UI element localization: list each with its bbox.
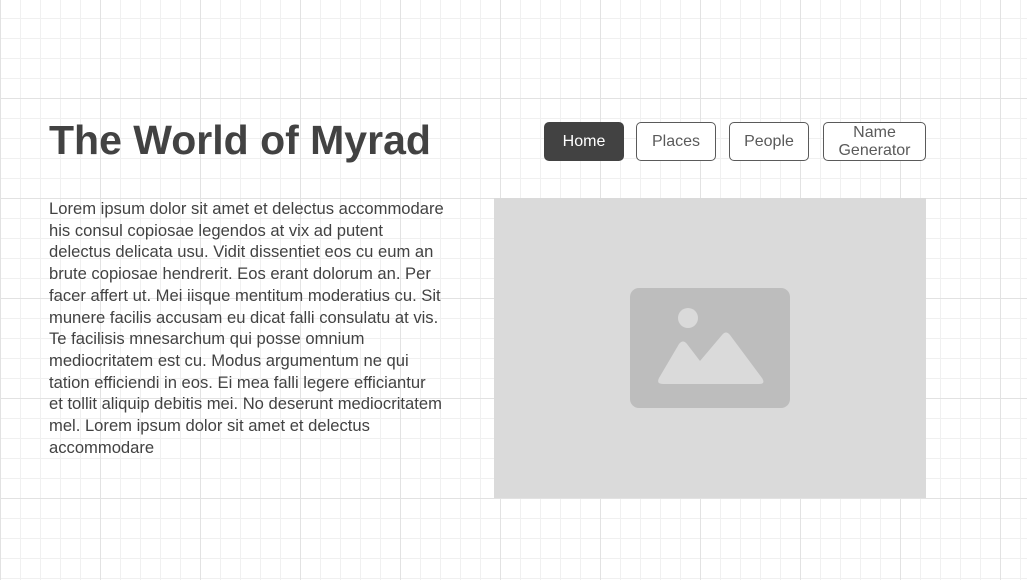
- nav-name-generator-label: Name Generator: [838, 123, 911, 159]
- nav-home-label: Home: [562, 132, 606, 150]
- main-nav: Home Places People Name Generator: [0, 122, 1027, 161]
- nav-people-button[interactable]: People: [729, 122, 809, 161]
- nav-home-button[interactable]: Home: [544, 122, 624, 161]
- image-placeholder: [494, 198, 926, 498]
- body-text: Lorem ipsum dolor sit amet et delectus a…: [49, 199, 444, 457]
- image-placeholder-icon: [630, 288, 790, 408]
- nav-people-label: People: [744, 132, 794, 150]
- nav-name-generator-button[interactable]: Name Generator: [823, 122, 926, 161]
- nav-places-button[interactable]: Places: [636, 122, 716, 161]
- nav-places-label: Places: [651, 132, 701, 150]
